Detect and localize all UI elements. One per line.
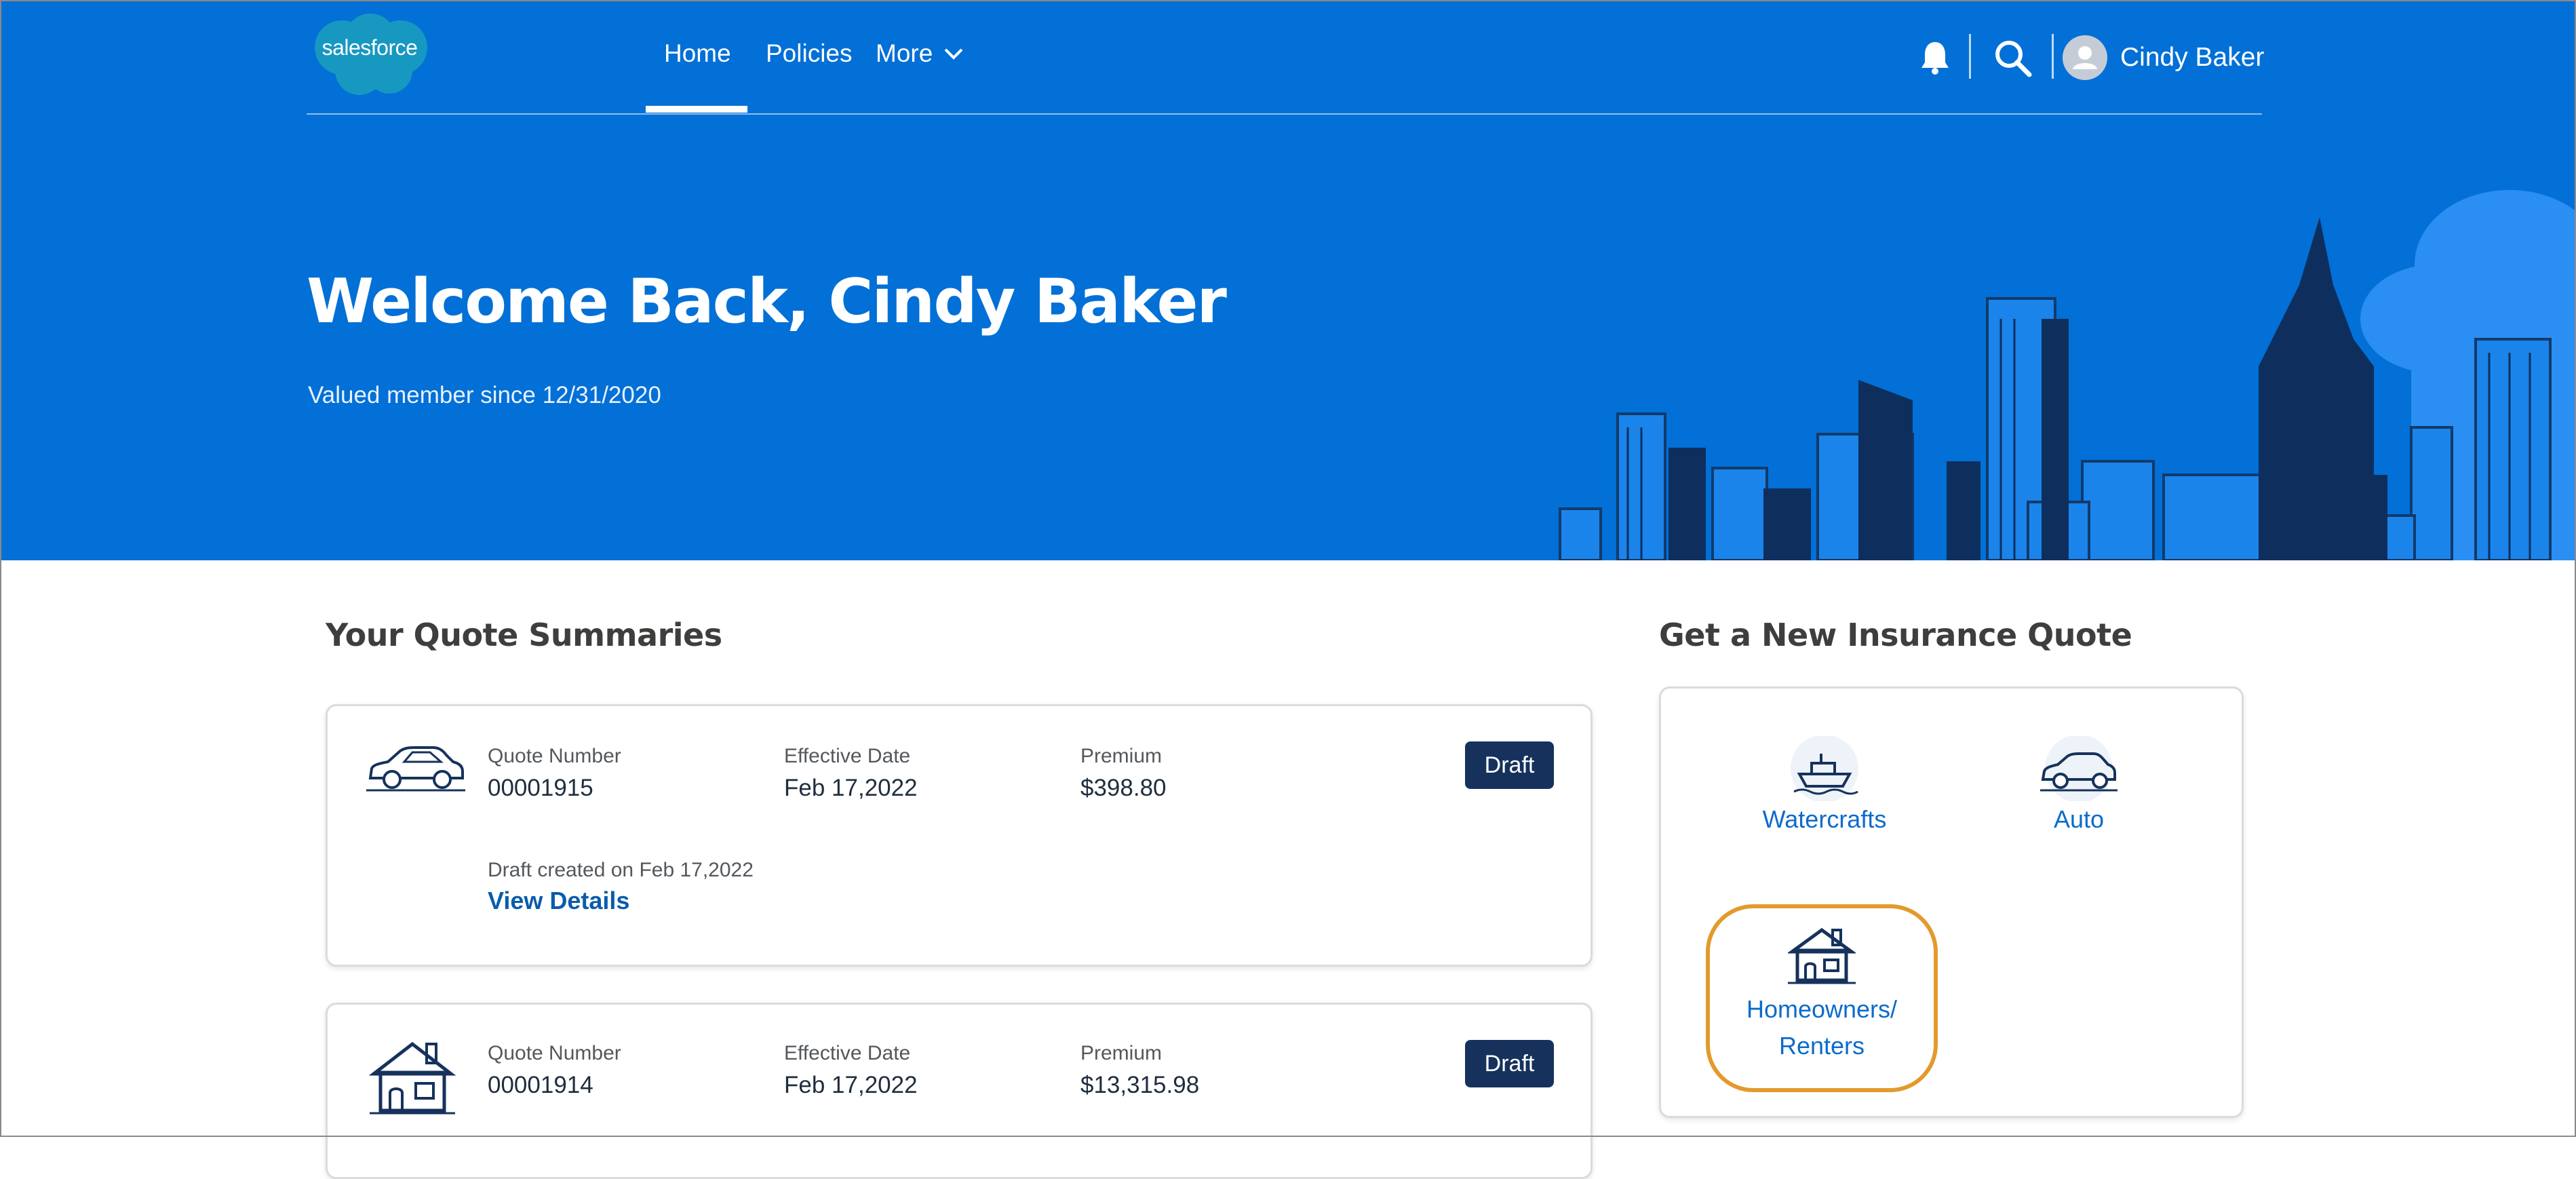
quote-option-label-line2: Renters (1778, 1032, 1865, 1060)
boat-icon (1791, 736, 1858, 801)
quote-option-label: Watercrafts (1762, 805, 1887, 833)
effective-date-label: Effective Date (784, 1042, 911, 1064)
user-icon (2073, 46, 2097, 69)
member-since-text: Valued member since 12/31/2020 (308, 382, 661, 408)
header-separator (1969, 34, 1971, 79)
quote-card: Quote Number 00001914 Effective Date Feb… (326, 1003, 1593, 1179)
quote-option-watercrafts[interactable]: Watercrafts (1750, 736, 1899, 838)
house-icon (1788, 927, 1856, 984)
house-icon (368, 1041, 456, 1115)
effective-date-label: Effective Date (784, 745, 911, 767)
premium-value: $13,315.98 (1080, 1072, 1200, 1098)
nav-policies[interactable]: Policies (766, 35, 853, 72)
nav-home-active-indicator (646, 106, 747, 113)
premium-label: Premium (1080, 745, 1163, 767)
new-quote-title: Get a New Insurance Quote (1659, 617, 2132, 653)
user-name[interactable]: Cindy Baker (2120, 39, 2264, 76)
car-icon (366, 746, 465, 792)
salesforce-logo-text: salesforce (321, 35, 418, 60)
quote-number-value: 00001915 (488, 775, 593, 801)
status-badge: Draft (1465, 1040, 1554, 1087)
draft-created-text: Draft created on Feb 17,2022 (488, 859, 754, 881)
quote-summaries-title: Your Quote Summaries (326, 617, 722, 653)
status-badge: Draft (1465, 741, 1554, 789)
nav-more-label: More (876, 39, 933, 67)
quote-option-label: Auto (2053, 805, 2105, 833)
quote-card: Quote Number 00001915 Effective Date Feb… (326, 704, 1593, 967)
effective-date-value: Feb 17,2022 (784, 1072, 918, 1098)
chevron-down-icon (944, 48, 963, 60)
quote-option-auto[interactable]: Auto (2004, 736, 2153, 838)
bell-icon[interactable] (1919, 39, 1951, 75)
nav-home[interactable]: Home (664, 35, 731, 72)
nav-more[interactable]: More (876, 35, 964, 72)
effective-date-value: Feb 17,2022 (784, 775, 918, 801)
header-separator (2052, 34, 2054, 79)
view-details-link[interactable]: View Details (488, 884, 629, 918)
hero-banner: salesforce Home Policies More Cindy Bake… (0, 0, 2576, 560)
search-icon[interactable] (1993, 38, 2032, 77)
avatar[interactable] (2063, 35, 2107, 80)
nav-divider (307, 113, 2262, 115)
quote-option-homeowners-renters[interactable]: Homeowners/ Renters (1706, 904, 1938, 1092)
premium-label: Premium (1080, 1042, 1163, 1064)
car-icon (2040, 736, 2118, 801)
quote-number-label: Quote Number (488, 745, 621, 767)
quote-option-label-line1: Homeowners/ (1746, 995, 1898, 1023)
quote-number-label: Quote Number (488, 1042, 621, 1064)
welcome-heading: Welcome Back, Cindy Baker (307, 266, 1227, 337)
quote-number-value: 00001914 (488, 1072, 593, 1098)
premium-value: $398.80 (1080, 775, 1167, 801)
